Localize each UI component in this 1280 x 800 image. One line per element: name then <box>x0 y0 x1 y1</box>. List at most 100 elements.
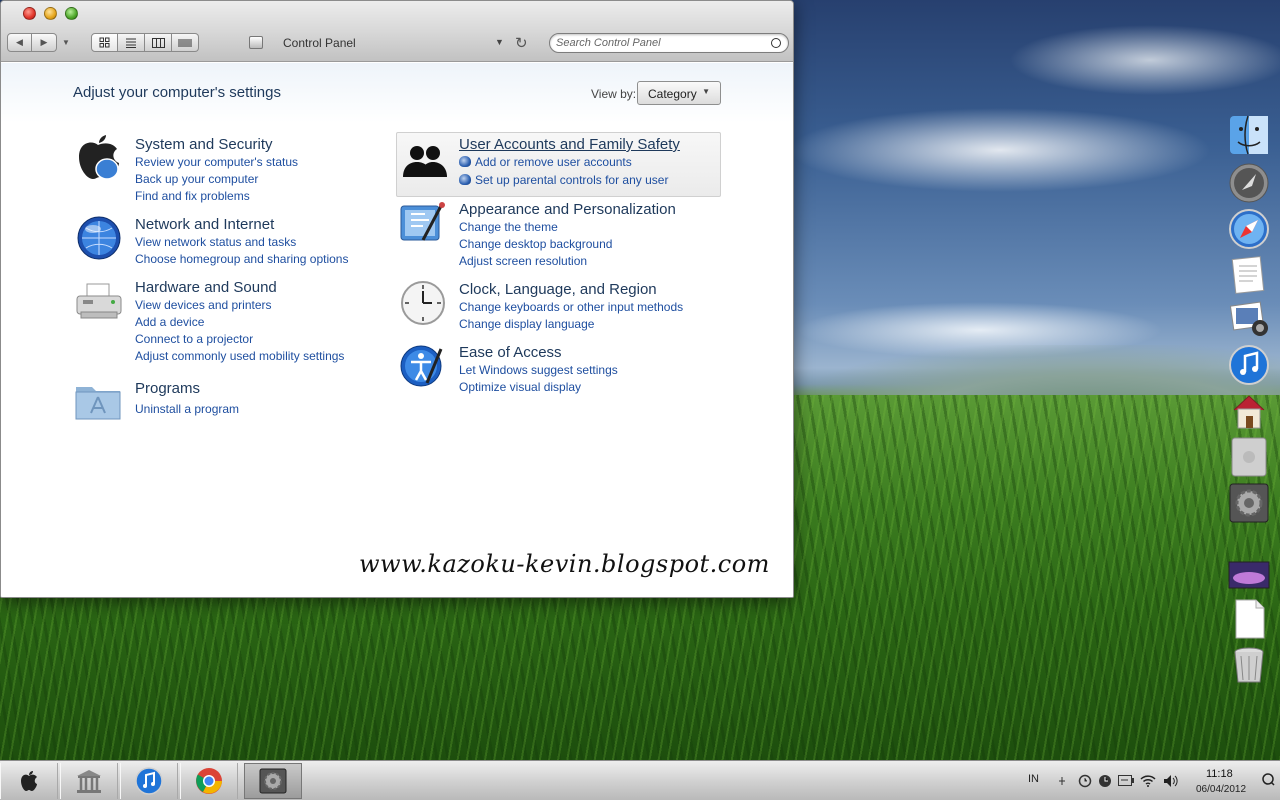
arrow-left-icon: ◀ <box>16 37 23 47</box>
close-button[interactable] <box>23 7 36 20</box>
dock <box>1222 112 1280 702</box>
chrome-button[interactable] <box>180 763 238 799</box>
link-uninstall[interactable]: Uninstall a program <box>135 401 405 418</box>
category-title[interactable]: Hardware and Sound <box>135 278 405 297</box>
start-button[interactable] <box>0 763 58 799</box>
category-title[interactable]: System and Security <box>135 135 405 154</box>
link-mobility[interactable]: Adjust commonly used mobility settings <box>135 348 405 365</box>
search-input[interactable]: Search Control Panel <box>549 33 789 53</box>
page-title: Adjust your computer's settings <box>73 84 281 101</box>
address-bar[interactable]: Control Panel <box>283 36 356 50</box>
grid-icon <box>99 37 110 48</box>
mac-pro-icon[interactable] <box>1228 436 1270 478</box>
spotlight-search-icon[interactable] <box>1261 772 1275 786</box>
desktop-stack-icon[interactable] <box>1228 552 1270 594</box>
link-keyboards[interactable]: Change keyboards or other input methods <box>459 299 729 316</box>
category-title[interactable]: Ease of Access <box>459 343 729 362</box>
chrome-icon <box>196 768 222 794</box>
link-homegroup[interactable]: Choose homegroup and sharing options <box>135 251 405 268</box>
link-network-status[interactable]: View network status and tasks <box>135 234 405 251</box>
itunes-icon[interactable] <box>1228 344 1270 386</box>
content-area: Adjust your computer's settings View by:… <box>1 63 793 597</box>
watermark-text: www.kazoku-kevin.blogspot.com <box>359 550 770 578</box>
clock-date[interactable]: 06/04/2012 <box>1196 784 1246 795</box>
link-display-language[interactable]: Change display language <box>459 316 729 333</box>
address-dropdown-icon[interactable]: ▼ <box>495 37 504 47</box>
category-title[interactable]: Clock, Language, and Region <box>459 280 729 299</box>
time-machine-icon[interactable] <box>1078 774 1092 788</box>
applications-folder-icon <box>73 379 123 425</box>
trash-icon[interactable] <box>1228 644 1270 686</box>
link-add-device[interactable]: Add a device <box>135 314 405 331</box>
category-title[interactable]: Network and Internet <box>135 215 405 234</box>
forward-button[interactable]: ▶ <box>32 33 57 52</box>
link-windows-suggest[interactable]: Let Windows suggest settings <box>459 362 729 379</box>
photo-booth-icon[interactable] <box>1228 298 1270 340</box>
shield-icon <box>459 174 471 185</box>
language-indicator[interactable]: IN <box>1028 773 1039 785</box>
category-title[interactable]: User Accounts and Family Safety <box>459 135 729 154</box>
view-by-label: View by: <box>591 87 637 101</box>
users-icon <box>400 139 450 185</box>
textedit-icon[interactable] <box>1228 254 1270 296</box>
refresh-icon[interactable]: ↻ <box>515 34 528 52</box>
link-optimize-display[interactable]: Optimize visual display <box>459 379 729 396</box>
launchpad-icon[interactable] <box>1228 162 1270 204</box>
system-preferences-icon <box>259 768 287 794</box>
volume-icon[interactable] <box>1163 774 1179 788</box>
icon-view-button[interactable] <box>91 33 118 52</box>
navigation-buttons: ◀ ▶ ▼ <box>7 33 70 52</box>
library-button[interactable] <box>60 763 118 799</box>
maximize-button[interactable] <box>65 7 78 20</box>
documents-icon[interactable] <box>1228 598 1270 640</box>
apple-system-icon <box>73 135 123 181</box>
link-change-theme[interactable]: Change the theme <box>459 219 729 236</box>
view-by-select[interactable]: Category ▼ <box>637 81 721 105</box>
system-tray: IN 11:18 06/04/2012 <box>1018 761 1280 800</box>
column-view-button[interactable] <box>145 33 172 52</box>
link-add-remove-users[interactable]: Add or remove user accounts <box>459 154 729 171</box>
tray-expand-icon[interactable] <box>1058 776 1066 786</box>
columns-icon <box>151 37 165 48</box>
view-by-value: Category <box>648 87 697 101</box>
printer-icon <box>73 278 123 324</box>
history-dropdown-icon[interactable]: ▼ <box>62 38 70 47</box>
category-title[interactable]: Programs <box>135 379 405 398</box>
globe-network-icon <box>73 215 123 261</box>
category-user-accounts: User Accounts and Family Safety Add or r… <box>396 132 721 197</box>
itunes-icon <box>135 767 163 795</box>
itunes-button[interactable] <box>120 763 178 799</box>
finder-icon[interactable] <box>1228 114 1270 156</box>
link-projector[interactable]: Connect to a projector <box>135 331 405 348</box>
list-view-button[interactable] <box>118 33 145 52</box>
shield-icon <box>459 156 471 167</box>
control-panel-window: ◀ ▶ ▼ Control Panel ▼ ↻ Search Control P… <box>0 0 794 598</box>
view-mode-buttons <box>91 33 199 52</box>
link-find-fix[interactable]: Find and fix problems <box>135 188 405 205</box>
clock-icon <box>397 280 447 326</box>
link-devices-printers[interactable]: View devices and printers <box>135 297 405 314</box>
control-panel-task-button[interactable] <box>244 763 302 799</box>
safari-icon[interactable] <box>1228 208 1270 250</box>
apple-logo-icon <box>21 771 37 791</box>
link-review-status[interactable]: Review your computer's status <box>135 154 405 171</box>
clock-time[interactable]: 11:18 <box>1206 768 1233 780</box>
search-icon[interactable] <box>771 38 781 48</box>
coverflow-icon <box>178 38 192 47</box>
minimize-button[interactable] <box>44 7 57 20</box>
accessibility-icon <box>397 343 447 389</box>
wifi-icon[interactable] <box>1140 774 1156 787</box>
system-preferences-icon[interactable] <box>1228 482 1270 524</box>
link-screen-resolution[interactable]: Adjust screen resolution <box>459 253 729 270</box>
coverflow-view-button[interactable] <box>172 33 199 52</box>
link-backup[interactable]: Back up your computer <box>135 171 405 188</box>
home-icon[interactable] <box>1228 390 1270 432</box>
category-title[interactable]: Appearance and Personalization <box>459 200 729 219</box>
arrow-right-icon: ▶ <box>40 37 48 47</box>
back-button[interactable]: ◀ <box>7 33 32 52</box>
battery-icon[interactable] <box>1118 775 1134 786</box>
link-desktop-background[interactable]: Change desktop background <box>459 236 729 253</box>
clock-sync-icon[interactable] <box>1098 774 1112 788</box>
link-parental-controls[interactable]: Set up parental controls for any user <box>459 172 729 189</box>
search-placeholder: Search Control Panel <box>556 37 661 49</box>
